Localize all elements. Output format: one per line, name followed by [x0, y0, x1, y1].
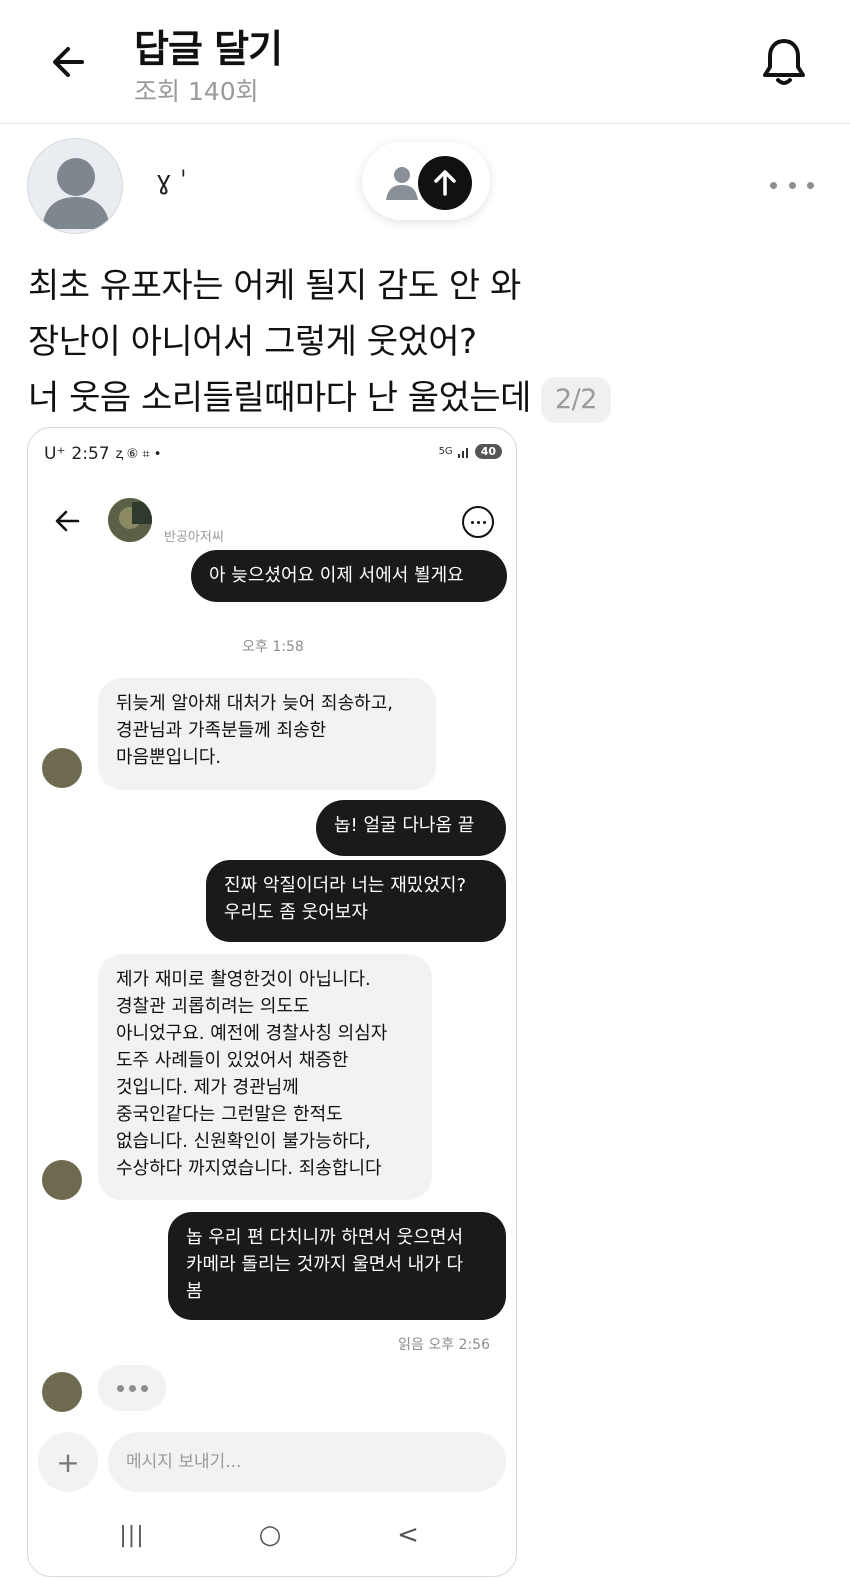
view-count: 조회 140회 — [134, 77, 259, 106]
message-input — [108, 1432, 506, 1492]
android-nav-bar: ||| ○ < — [28, 1514, 516, 1558]
page-title: 답글 달기 — [134, 27, 283, 71]
attached-screenshot[interactable]: U⁺ 2:57 ⱬ ⑥ ⌗ • 5G 40 반공아저씨 아 늦으셨어요 이제 서… — [27, 427, 517, 1577]
bell-icon — [763, 39, 805, 85]
sender-avatar — [42, 1372, 82, 1412]
post-line-last: 너 웃음 소리들릴때마다 난 울었는데 2/2 — [28, 370, 828, 426]
author-avatar[interactable] — [27, 138, 123, 234]
sender-avatar — [42, 1160, 82, 1200]
person-icon — [386, 167, 418, 200]
default-user-icon — [42, 158, 110, 229]
system-back-icon: < — [397, 1520, 419, 1550]
follow-action — [418, 156, 472, 210]
status-time: 2:57 — [71, 444, 110, 464]
sent-message: 진짜 악질이더라 너는 재밌었지? 우리도 좀 웃어보자 — [206, 860, 506, 942]
status-bar-left: U⁺ 2:57 ⱬ ⑥ ⌗ • — [44, 444, 161, 464]
post-body: 최초 유포자는 어케 될지 감도 안 와 장난이 아니어서 그렇게 웃었어? 너… — [28, 258, 828, 426]
chat-avatar — [108, 498, 152, 542]
status-bar-right: 5G 40 — [439, 444, 502, 459]
chat-back-icon — [55, 510, 80, 532]
more-horizontal-icon — [770, 181, 777, 189]
received-message: 제가 재미로 촬영한것이 아닙니다. 경찰관 괴롭히려는 의도도 아니었구요. … — [98, 954, 432, 1200]
sent-message: 아 늦으셨어요 이제 서에서 뵐게요 — [191, 550, 507, 602]
status-icons: ⱬ ⑥ ⌗ • — [115, 446, 162, 462]
sent-message: 놉 우리 편 다치니까 하면서 웃으면서 카메라 돌리는 것까지 울면서 내가 … — [168, 1212, 506, 1320]
arrow-up-icon — [434, 170, 456, 196]
back-button[interactable] — [44, 38, 92, 86]
page-indicator-badge: 2/2 — [540, 376, 611, 423]
sent-message: 놉! 얼굴 다나옴 끝 — [316, 800, 506, 856]
chat-more-icon — [462, 506, 494, 538]
post-line: 장난이 아니어서 그렇게 웃었어? — [28, 322, 477, 362]
author-name[interactable]: ɣ ˈ — [156, 166, 187, 196]
network-label: 5G — [438, 446, 453, 457]
carrier-label: U⁺ — [44, 444, 66, 464]
more-options-button[interactable] — [770, 170, 814, 200]
recent-apps-icon: ||| — [119, 1522, 145, 1548]
received-message: 뒤늦게 알아채 대처가 늦어 죄송하고, 경관님과 가족분들께 죄송한 마음뿐입… — [98, 678, 436, 790]
timestamp: 오후 1:58 — [242, 639, 304, 655]
notifications-button[interactable] — [756, 34, 812, 90]
profile-picture-icon — [108, 498, 152, 542]
top-app-bar: 답글 달기 조회 140회 — [0, 0, 850, 124]
follow-button[interactable] — [362, 142, 490, 220]
arrow-left-icon — [53, 47, 84, 77]
post-line: 최초 유포자는 어케 될지 감도 안 와 — [28, 266, 521, 306]
battery-badge: 40 — [474, 444, 502, 459]
typing-indicator — [98, 1365, 166, 1411]
chat-contact-name: 반공아저씨 — [164, 530, 224, 545]
sender-avatar — [42, 748, 82, 788]
home-icon: ○ — [258, 1520, 282, 1550]
read-receipt: 읽음 오후 2:56 — [398, 1337, 490, 1353]
signal-icon — [457, 447, 468, 458]
add-attachment-button: + — [38, 1432, 98, 1492]
